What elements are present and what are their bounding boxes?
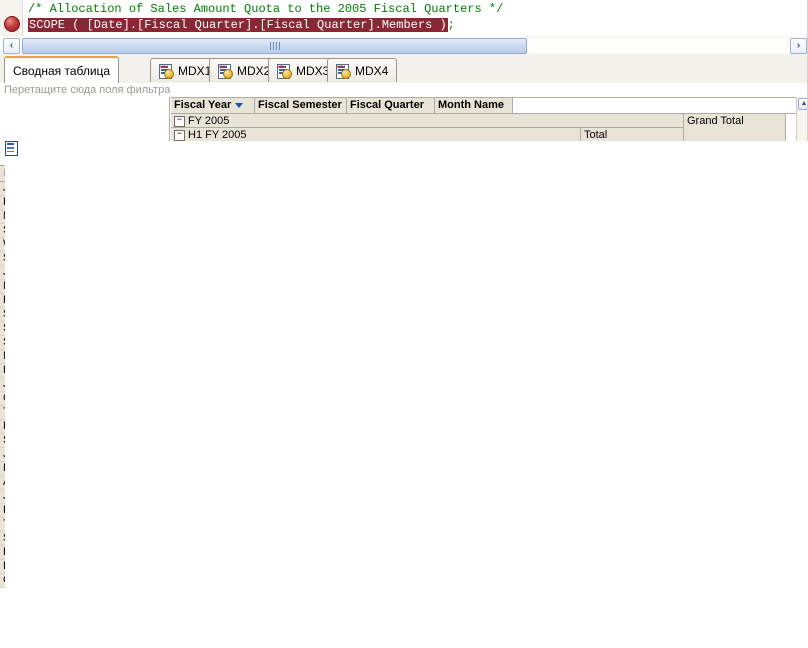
editor-horizontal-scrollbar[interactable]: ‹ › xyxy=(0,36,808,55)
column-field-month-name[interactable]: Month Name xyxy=(435,97,513,114)
member-label: H1 FY 2005 xyxy=(188,129,247,141)
column-field-fiscal-semester[interactable]: Fiscal Semester xyxy=(255,97,347,114)
tab-label: Сводная таблица xyxy=(13,64,110,78)
member-label: FY 2005 xyxy=(188,115,229,127)
mdx-scope-line: SCOPE ( [Date].[Fiscal Quarter].[Fiscal … xyxy=(28,18,455,32)
tab-label: MDX1 xyxy=(178,64,211,78)
mdx-scope-highlighted-text: SCOPE ( [Date].[Fiscal Quarter].[Fiscal … xyxy=(28,18,448,32)
hscroll-thumb[interactable] xyxy=(22,38,527,54)
column-field-fiscal-quarter[interactable]: Fiscal Quarter xyxy=(347,97,435,114)
column-field-label: Fiscal Quarter xyxy=(350,99,424,111)
mdx-scope-semicolon: ; xyxy=(448,18,455,32)
scroll-right-arrow-icon[interactable]: › xyxy=(790,38,807,54)
tab-label: MDX4 xyxy=(355,64,388,78)
column-field-label: Fiscal Semester xyxy=(258,99,342,111)
filter-drop-zone[interactable]: Перетащите сюда поля фильтра xyxy=(0,83,799,97)
mdx-script-icon: MDX xyxy=(277,64,291,78)
mdx-comment-line: /* Allocation of Sales Amount Quota to t… xyxy=(28,2,503,16)
mdx-script-pivot-window: /* Allocation of Sales Amount Quota to t… xyxy=(0,0,808,590)
mdx-script-icon: MDX xyxy=(336,64,350,78)
editor-gutter[interactable] xyxy=(0,0,23,36)
scroll-left-arrow-icon[interactable]: ‹ xyxy=(3,38,20,54)
pivot-table-icon xyxy=(5,141,808,648)
tab-label: MDX3 xyxy=(296,64,329,78)
mdx-script-icon: MDX xyxy=(218,64,232,78)
header-fiscal-semester[interactable]: −H1 FY 2005 xyxy=(171,128,581,142)
tab-label: MDX2 xyxy=(237,64,270,78)
tab-mdx4[interactable]: MDX MDX4 xyxy=(327,58,397,82)
column-field-fiscal-year[interactable]: Fiscal Year xyxy=(171,97,255,114)
column-field-label: Month Name xyxy=(438,99,504,111)
mdx-code-editor[interactable]: /* Allocation of Sales Amount Quota to t… xyxy=(0,0,808,37)
expander-icon[interactable]: − xyxy=(174,116,185,127)
column-field-label: Fiscal Year xyxy=(174,99,231,111)
hscroll-grip-icon xyxy=(270,42,280,50)
tab-strip: Сводная таблицаMDXMDX1MDXMDX2MDXMDX3MDXM… xyxy=(0,54,808,84)
column-field-blank xyxy=(513,97,786,114)
column-field-blank-end xyxy=(786,97,796,114)
hscroll-track[interactable] xyxy=(22,38,786,52)
mdx-script-icon: MDX xyxy=(159,64,173,78)
member-label: Grand Total xyxy=(687,115,744,127)
breakpoint-circle-icon[interactable] xyxy=(4,16,20,32)
header-fiscal-year[interactable]: −FY 2005 xyxy=(171,114,684,128)
tab-сводная-таблица[interactable]: Сводная таблица xyxy=(4,56,119,83)
chevron-down-icon[interactable] xyxy=(235,103,243,108)
expander-icon[interactable]: − xyxy=(174,130,185,141)
member-label: Total xyxy=(584,129,607,141)
